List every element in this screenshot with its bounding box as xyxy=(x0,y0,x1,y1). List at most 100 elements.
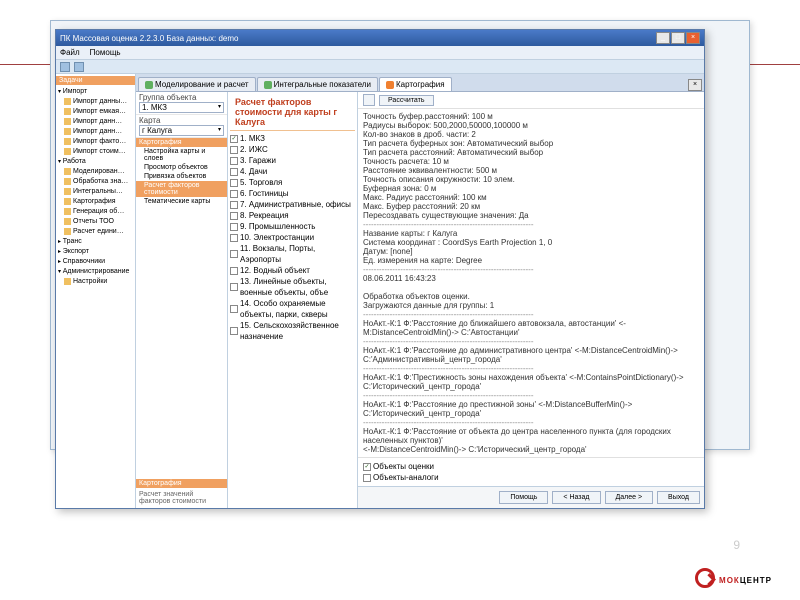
group-check-item[interactable]: 5. Торговля xyxy=(230,177,355,188)
group-check-item[interactable]: 3. Гаражи xyxy=(230,155,355,166)
slide-number: 9 xyxy=(733,538,740,552)
group-select[interactable]: 1. МКЗ xyxy=(139,102,224,113)
group-check-item[interactable]: 9. Промышленность xyxy=(230,221,355,232)
tree-item[interactable]: Импорт данны… xyxy=(56,97,135,107)
side-section-header: Картография xyxy=(136,138,227,147)
map-label: Карта xyxy=(139,116,224,125)
back-button[interactable]: < Назад xyxy=(552,491,600,504)
group-check-item[interactable]: 8. Рекреация xyxy=(230,210,355,221)
group-check-item[interactable]: 15. Сельскохозяйственное назначение xyxy=(230,320,355,342)
tree-item[interactable]: Справочники xyxy=(56,257,135,267)
tree-item[interactable]: Отчеты ТОО xyxy=(56,217,135,227)
group-check-item[interactable]: 11. Вокзалы, Порты, Аэропорты xyxy=(230,243,355,265)
group-label: Группа объекта xyxy=(139,93,224,102)
toolbar xyxy=(56,60,704,74)
side-item[interactable]: Тематические карты xyxy=(136,197,227,206)
close-button[interactable]: × xyxy=(686,32,700,44)
checkbox[interactable] xyxy=(230,267,238,275)
tab[interactable]: Моделирование и расчет xyxy=(138,77,256,91)
side-footer-text: Расчет значений факторов стоимости xyxy=(136,488,227,508)
group-check-item[interactable]: 12. Водный объект xyxy=(230,265,355,276)
toolbar-icon[interactable] xyxy=(60,62,70,72)
tab-bar: Моделирование и расчетИнтегральные показ… xyxy=(136,74,704,92)
log-panel: Рассчитать Точность буфер.расстояний: 10… xyxy=(358,92,704,508)
task-tree: Задачи ИмпортИмпорт данны…Импорт емкая…И… xyxy=(56,74,136,508)
titlebar: ПК Массовая оценка 2.2.3.0 База данных: … xyxy=(56,30,704,46)
main-window: ПК Массовая оценка 2.2.3.0 База данных: … xyxy=(55,29,705,509)
tree-item[interactable]: Моделирован… xyxy=(56,167,135,177)
tree-item[interactable]: Импорт xyxy=(56,87,135,97)
window-title: ПК Массовая оценка 2.2.3.0 База данных: … xyxy=(60,34,656,43)
checkbox-objects-analog[interactable] xyxy=(363,474,371,482)
checkbox[interactable] xyxy=(230,250,238,258)
checkbox[interactable] xyxy=(230,157,238,165)
tree-header: Задачи xyxy=(56,76,135,85)
tree-item[interactable]: Настройки xyxy=(56,277,135,287)
tree-item[interactable]: Импорт факто… xyxy=(56,137,135,147)
group-check-item[interactable]: 14. Особо охраняемые объекты, парки, скв… xyxy=(230,298,355,320)
tree-item[interactable]: Администрирование xyxy=(56,267,135,277)
minimize-button[interactable]: _ xyxy=(656,32,670,44)
group-check-item[interactable]: 1. МКЗ xyxy=(230,133,355,144)
tab[interactable]: Картография xyxy=(379,77,452,91)
tree-item[interactable]: Импорт данн… xyxy=(56,127,135,137)
checkbox[interactable] xyxy=(230,305,238,313)
logo: МОКЦЕНТР xyxy=(695,568,772,588)
help-button[interactable]: Помощь xyxy=(499,491,548,504)
checkbox[interactable] xyxy=(230,223,238,231)
checkbox[interactable] xyxy=(230,283,238,291)
group-check-item[interactable]: 4. Дачи xyxy=(230,166,355,177)
next-button[interactable]: Далее > xyxy=(605,491,654,504)
tree-item[interactable]: Работа xyxy=(56,157,135,167)
side-panel: Группа объекта 1. МКЗ Карта г Калуга Кар… xyxy=(136,92,228,508)
tab-icon xyxy=(386,81,394,89)
exit-button[interactable]: Выход xyxy=(657,491,700,504)
checkbox[interactable] xyxy=(230,146,238,154)
side-item[interactable]: Просмотр объектов xyxy=(136,163,227,172)
group-checklist-panel: Расчет факторов стоимости для карты г Ка… xyxy=(228,92,358,508)
log-tool-icon[interactable] xyxy=(363,94,375,106)
toolbar-icon[interactable] xyxy=(74,62,84,72)
tree-item[interactable]: Импорт емкая… xyxy=(56,107,135,117)
right-panel-title: Расчет факторов стоимости для карты г Ка… xyxy=(235,97,350,127)
group-check-item[interactable]: 7. Административные, офисы xyxy=(230,199,355,210)
log-output: Точность буфер.расстояний: 100 мРадиусы … xyxy=(358,109,704,457)
checkbox[interactable] xyxy=(230,179,238,187)
tree-item[interactable]: Расчет едини… xyxy=(56,227,135,237)
group-check-item[interactable]: 2. ИЖС xyxy=(230,144,355,155)
side-item[interactable]: Привязка объектов xyxy=(136,172,227,181)
tree-item[interactable]: Транс xyxy=(56,237,135,247)
tree-item[interactable]: Импорт стоим… xyxy=(56,147,135,157)
checkbox[interactable] xyxy=(230,201,238,209)
checkbox[interactable] xyxy=(230,135,238,143)
tree-item[interactable]: Экспорт xyxy=(56,247,135,257)
tab[interactable]: Интегральные показатели xyxy=(257,77,378,91)
checkbox[interactable] xyxy=(230,212,238,220)
tree-item[interactable]: Генерация об… xyxy=(56,207,135,217)
side-footer-header: Картография xyxy=(136,479,227,488)
tab-icon xyxy=(264,81,272,89)
calculate-button[interactable]: Рассчитать xyxy=(379,95,434,106)
logo-icon xyxy=(695,568,715,588)
tree-item[interactable]: Импорт данн… xyxy=(56,117,135,127)
menu-help[interactable]: Помощь xyxy=(90,48,121,57)
checkbox[interactable] xyxy=(230,234,238,242)
tabbar-close-icon[interactable]: × xyxy=(688,79,702,91)
side-item[interactable]: Настройка карты и слоев xyxy=(136,147,227,163)
dialog-button-row: Помощь < Назад Далее > Выход xyxy=(358,486,704,508)
tree-item[interactable]: Обработка зна… xyxy=(56,177,135,187)
group-check-item[interactable]: 10. Электростанции xyxy=(230,232,355,243)
tree-item[interactable]: Интегральны… xyxy=(56,187,135,197)
checkbox[interactable] xyxy=(230,327,238,335)
menu-file[interactable]: Файл xyxy=(60,48,80,57)
map-select[interactable]: г Калуга xyxy=(139,125,224,136)
maximize-button[interactable]: □ xyxy=(671,32,685,44)
checkbox[interactable] xyxy=(230,190,238,198)
tree-item[interactable]: Картография xyxy=(56,197,135,207)
checkbox-objects-eval[interactable] xyxy=(363,463,371,471)
side-item[interactable]: Расчет факторов стоимости xyxy=(136,181,227,197)
tab-icon xyxy=(145,81,153,89)
group-check-item[interactable]: 13. Линейные объекты, военные объекты, о… xyxy=(230,276,355,298)
group-check-item[interactable]: 6. Гостиницы xyxy=(230,188,355,199)
checkbox[interactable] xyxy=(230,168,238,176)
